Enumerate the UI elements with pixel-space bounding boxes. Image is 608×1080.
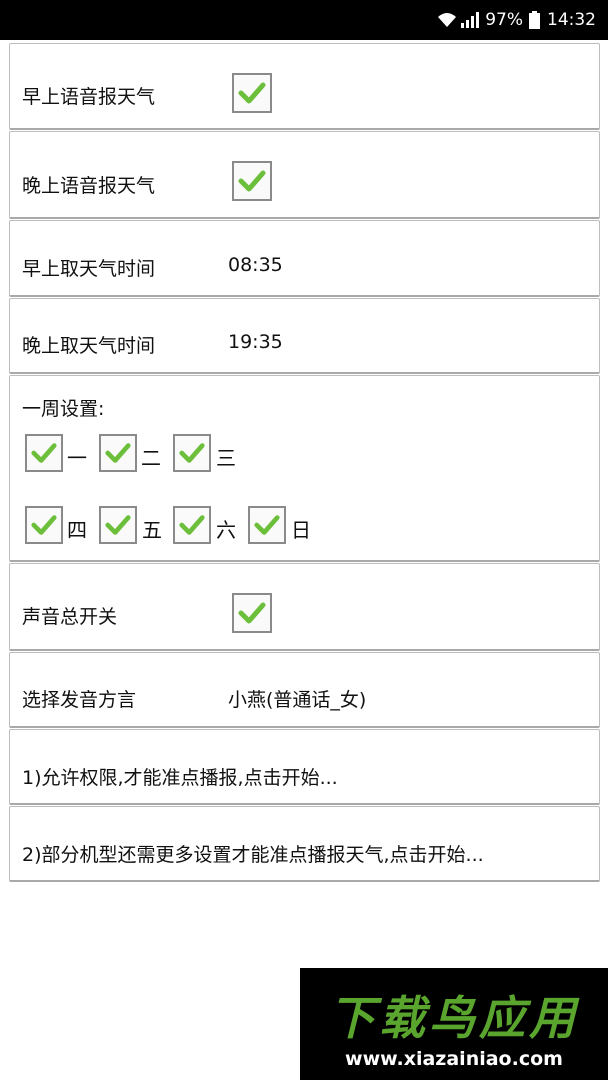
wifi-icon [438,13,457,27]
check-icon [238,170,266,192]
morning-time-row[interactable]: 早上取天气时间 08:35 [9,220,600,297]
day-checkbox-wed[interactable] [173,434,211,472]
evening-voice-row: 晚上语音报天气 [9,131,600,219]
check-icon [105,443,131,463]
check-icon [254,515,280,535]
check-icon [105,515,131,535]
morning-voice-checkbox[interactable] [232,73,272,113]
day-checkbox-sat[interactable] [173,506,211,544]
status-icons: 97% 14:32 [436,8,596,32]
signal-icon [461,12,480,28]
watermark-url: www.xiazainiao.com [345,1048,563,1070]
check-icon [31,515,57,535]
morning-voice-row: 早上语音报天气 [9,43,600,130]
check-icon [179,443,205,463]
morning-time-value[interactable]: 08:35 [228,254,283,276]
week-settings-label: 一周设置: [22,398,105,420]
day-label-sat: 六 [216,518,236,542]
evening-time-row[interactable]: 晚上取天气时间 19:35 [9,298,600,374]
sound-master-label: 声音总开关 [22,606,118,628]
sound-master-row: 声音总开关 [9,563,600,651]
status-bar: 97% 14:32 [0,0,608,40]
battery-icon [529,11,540,29]
model-hint-text: 2)部分机型还需更多设置才能准点播报天气,点击开始... [22,844,484,866]
day-checkbox-tue[interactable] [99,434,137,472]
dialect-label: 选择发音方言 [22,689,137,711]
day-label-thu: 四 [67,518,87,542]
morning-time-label: 早上取天气时间 [22,258,156,280]
day-label-wed: 三 [216,446,236,470]
day-label-mon: 一 [67,446,87,470]
battery-percent: 97% [485,10,523,30]
check-icon [238,82,266,104]
dialect-value[interactable]: 小燕(普通话_女) [228,685,366,712]
day-checkbox-mon[interactable] [25,434,63,472]
day-checkbox-thu[interactable] [25,506,63,544]
permission-hint-row[interactable]: 1)允许权限,才能准点播报,点击开始... [9,729,600,805]
morning-voice-label: 早上语音报天气 [22,86,156,108]
check-icon [31,443,57,463]
sound-master-checkbox[interactable] [232,593,272,633]
check-icon [179,515,205,535]
day-label-sun: 日 [291,518,311,542]
week-settings: 一周设置: 一 二 三 四 五 六 日 [9,375,600,562]
day-checkbox-fri[interactable] [99,506,137,544]
model-hint-row[interactable]: 2)部分机型还需更多设置才能准点播报天气,点击开始... [9,806,600,882]
check-icon [238,602,266,624]
evening-voice-label: 晚上语音报天气 [22,175,156,197]
evening-time-label: 晚上取天气时间 [22,335,156,357]
watermark: 下载鸟应用 www.xiazainiao.com [300,968,608,1080]
day-label-fri: 五 [142,518,162,542]
dialect-row[interactable]: 选择发音方言 小燕(普通话_女) [9,652,600,728]
evening-voice-checkbox[interactable] [232,161,272,201]
day-checkbox-sun[interactable] [248,506,286,544]
evening-time-value[interactable]: 19:35 [228,331,283,353]
permission-hint-text: 1)允许权限,才能准点播报,点击开始... [22,767,338,789]
watermark-title: 下载鸟应用 [329,991,579,1045]
day-label-tue: 二 [141,446,161,470]
clock: 14:32 [547,10,596,30]
